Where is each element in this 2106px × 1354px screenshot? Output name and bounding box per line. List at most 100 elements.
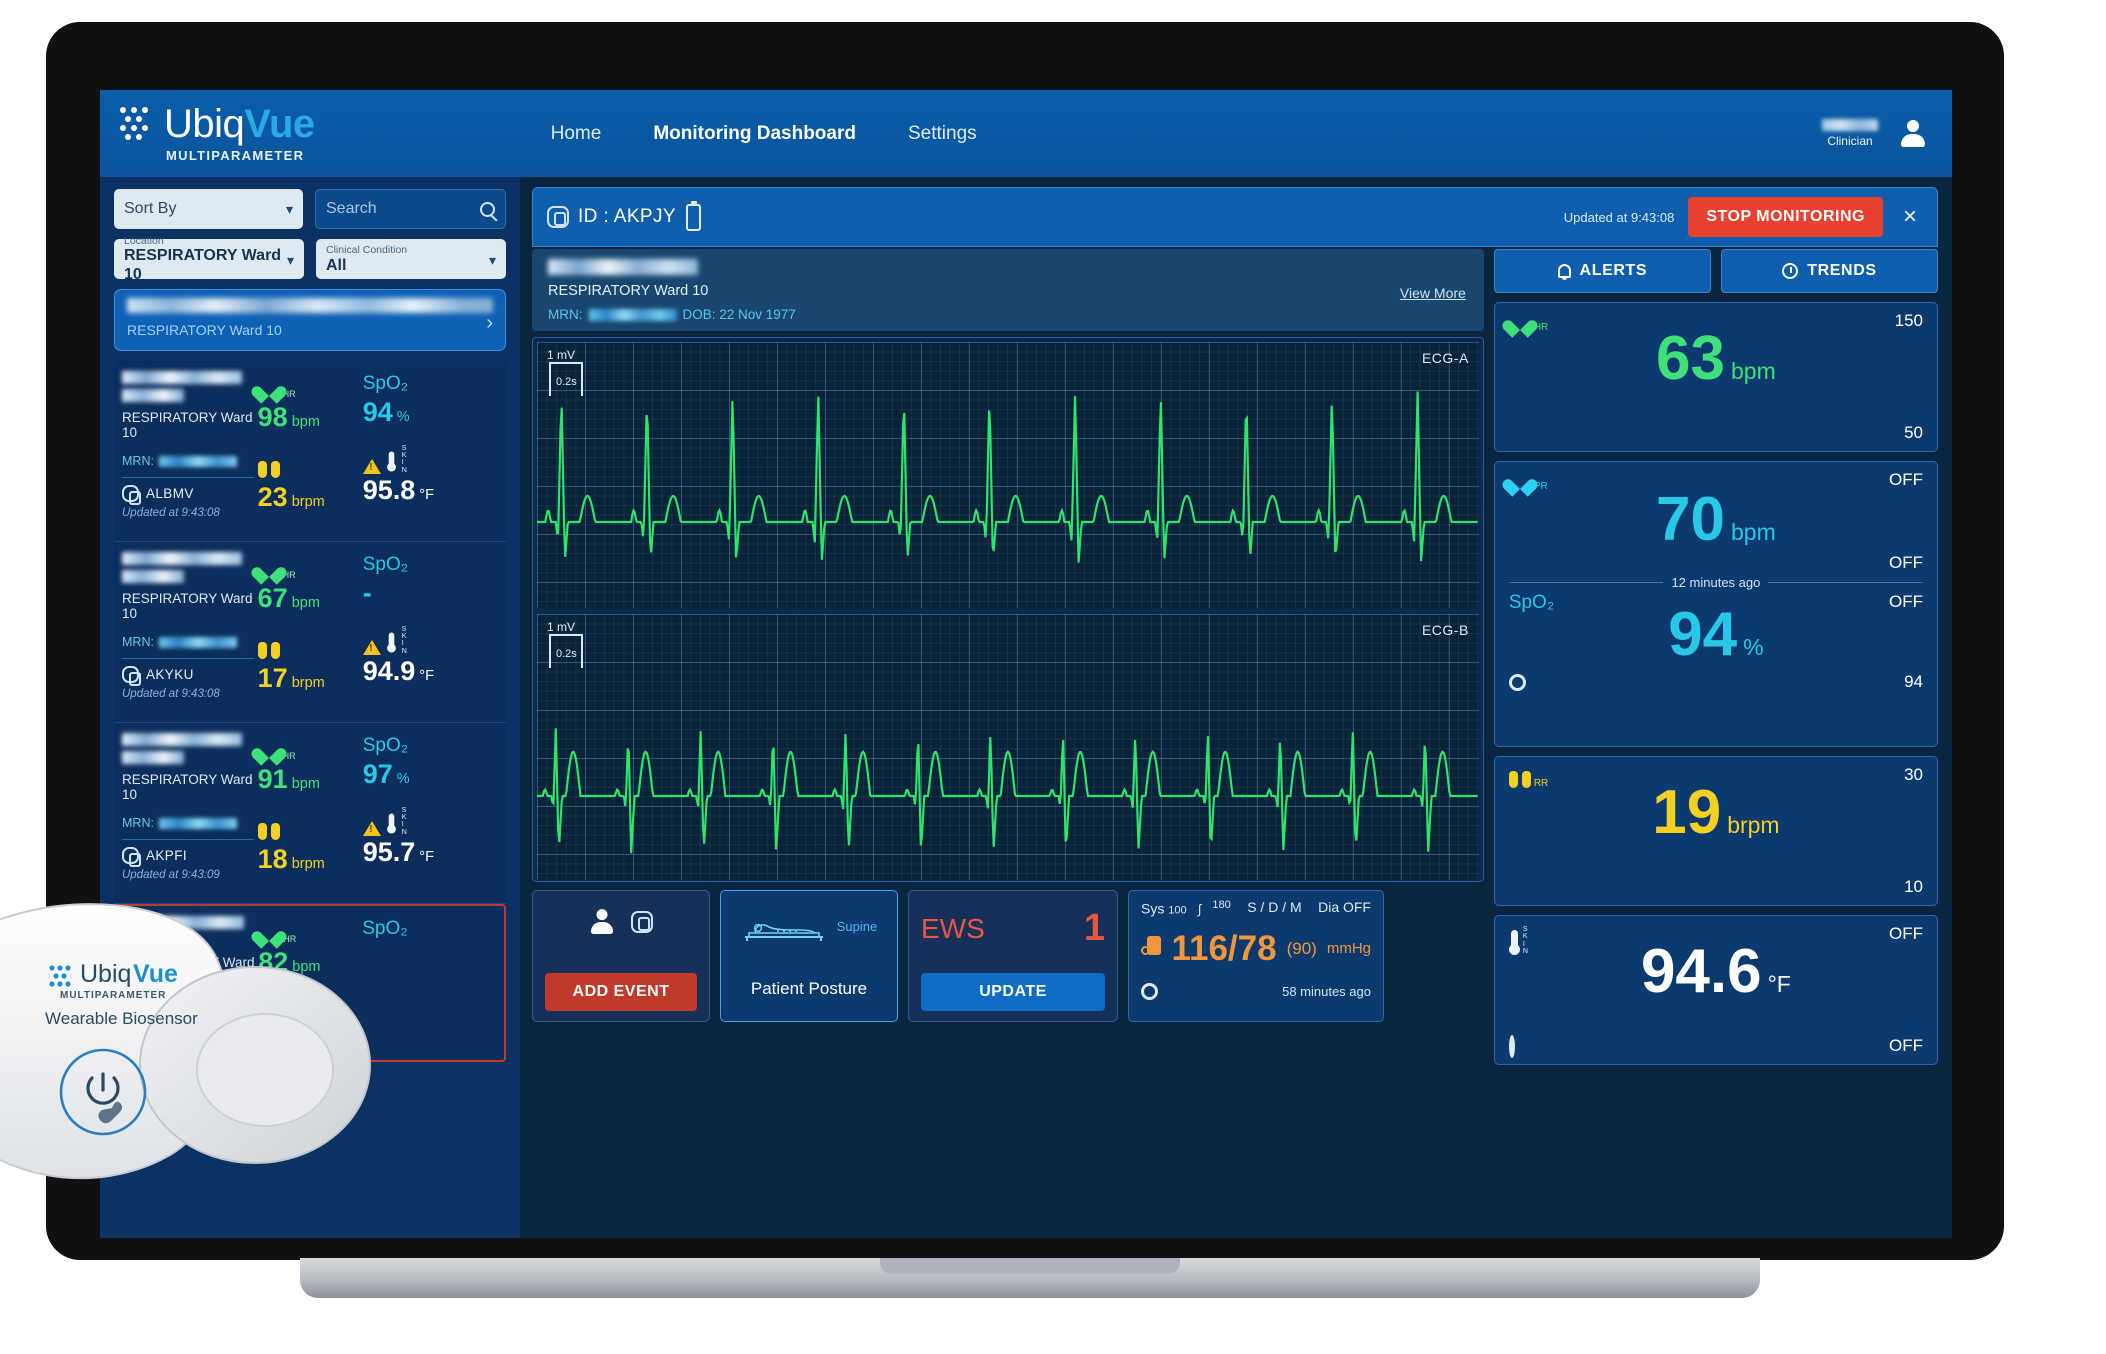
gear-icon[interactable] — [1141, 982, 1158, 1000]
app-screen: UbiqVue MULTIPARAMETER Home Monitoring D… — [100, 90, 1952, 1238]
bp-sys-high: 180 — [1212, 899, 1231, 911]
lungs-icon — [257, 457, 280, 479]
ecg-waveform-container: 1 mV 0.2s ECG-A 1 mV 0.2s ECG-B — [532, 337, 1484, 882]
patient-list[interactable]: RESPIRATORY Ward 10 MRN: ALBMV Updated at 9… — [114, 361, 506, 1238]
ecg-pane-a: 1 mV 0.2s ECG-A — [537, 342, 1479, 608]
user-name-redacted — [1822, 119, 1878, 131]
close-icon[interactable]: × — [1897, 203, 1923, 231]
heart-icon — [1509, 472, 1531, 492]
patient-name-redacted — [122, 552, 242, 565]
lungs-icon — [257, 819, 280, 841]
heart-icon — [1509, 313, 1531, 333]
mrn-redacted — [158, 455, 237, 467]
hr-unit: bpm — [291, 776, 320, 792]
hr-icon-group: HR — [1509, 313, 1548, 333]
patient-list-item[interactable]: RESPIRATORY Ward 10 MRN: ALBMV Updated at 9… — [114, 361, 506, 542]
spo2-unit: % — [396, 409, 410, 425]
heart-icon — [258, 379, 280, 399]
hr-value: 63 — [1656, 324, 1726, 393]
stop-monitoring-button[interactable]: STOP MONITORING — [1688, 197, 1883, 237]
patient-posture-card[interactable]: Supine Patient Posture — [720, 890, 898, 1022]
patient-mrn: MRN: — [124, 999, 258, 1013]
filter-row-top: Sort By ▾ Search — [114, 189, 506, 229]
temp-tag: SKIN — [401, 806, 407, 836]
trends-button-label: TRENDS — [1807, 262, 1877, 279]
pr-value: 70 — [1656, 485, 1726, 554]
user-avatar-icon[interactable] — [1900, 119, 1926, 149]
sensor-icon — [124, 1030, 143, 1050]
vital-card-rr[interactable]: RR 30 10 19 brpm — [1493, 756, 1938, 906]
ward-group-card[interactable]: RESPIRATORY Ward 10 › — [114, 289, 506, 351]
temp-unit: °F — [419, 487, 434, 503]
patient-sensor-id: AKYKU — [146, 667, 194, 682]
gear-icon[interactable] — [1508, 673, 1526, 691]
patient-vitals-left: HR 82 bpm — [258, 916, 362, 1052]
patient-vitals-right: SpO₂ 94% SKIN95.8°F — [362, 371, 506, 533]
trends-button[interactable]: TRENDS — [1720, 249, 1938, 293]
hr-unit: bpm — [292, 959, 321, 975]
patient-list-item[interactable]: RESPIRATORY Ward 10 MRN: HR 82 bpm SpO₂ — [114, 904, 506, 1062]
posture-value: Supine — [836, 918, 878, 934]
nav-link-monitoring-dashboard[interactable]: Monitoring Dashboard — [653, 123, 856, 145]
add-event-button[interactable]: ADD EVENT — [545, 973, 697, 1011]
patient-name2-redacted — [122, 751, 184, 764]
spo2-label: SpO₂ — [362, 554, 409, 575]
spo2-unit: % — [1743, 634, 1764, 660]
patient-mrn: MRN: — [122, 816, 258, 830]
nav-links: Home Monitoring Dashboard Settings — [551, 123, 977, 145]
spo2-value-group: 94% — [1509, 604, 1923, 666]
patient-mrn: MRN: — [122, 635, 258, 649]
patient-list-item[interactable]: RESPIRATORY Ward 10 MRN: AKPFI Updated at 9… — [114, 723, 506, 904]
gear-icon[interactable] — [1508, 1035, 1515, 1058]
temp-tag: SKIN — [401, 625, 407, 655]
vital-card-pr-spo2[interactable]: PR OFF 70 bpm OFF 12 minutes ago SpO₂ OF… — [1493, 461, 1938, 747]
vital-card-temperature[interactable]: SKIN OFF OFF 94.6 °F — [1493, 915, 1938, 1065]
search-input[interactable]: Search — [315, 189, 506, 229]
rr-unit: brpm — [1727, 812, 1780, 838]
top-navigation-bar: UbiqVue MULTIPARAMETER Home Monitoring D… — [100, 90, 1952, 177]
patient-list-item[interactable]: RESPIRATORY Ward 10 MRN: AKYKU Updated at 9… — [114, 542, 506, 723]
hr-value: 98 — [257, 402, 288, 432]
divider — [122, 477, 254, 478]
bp-footer-row: 58 minutes ago — [1141, 982, 1371, 1000]
vital-card-hr[interactable]: HR 150 50 63 bpm — [1493, 302, 1938, 452]
ews-card: EWS 1 UPDATE — [908, 890, 1118, 1022]
thermometer-icon — [1508, 930, 1520, 956]
sensor-icon — [547, 206, 569, 228]
blood-pressure-card: Sys 100 ∫ 180 S / D / M Dia OFF 116/78 (… — [1128, 890, 1384, 1022]
divider — [122, 839, 254, 840]
pr-low-limit: OFF — [1889, 553, 1923, 572]
monitoring-main-panel: ID : AKPJY Updated at 9:43:08 STOP MONIT… — [520, 177, 1952, 1238]
search-placeholder: Search — [326, 200, 377, 217]
patient-name2-redacted — [122, 570, 184, 583]
spo2-value: 94 — [362, 397, 393, 427]
alerts-button[interactable]: ALERTS — [1493, 249, 1711, 293]
thermometer-icon — [386, 632, 396, 653]
spo2-footer: 94 — [1508, 672, 1923, 692]
spo2-timestamp-separator: 12 minutes ago — [1508, 575, 1923, 590]
hr-unit: bpm — [291, 595, 320, 611]
location-select[interactable]: Location RESPIRATORY Ward 10 ▾ — [114, 235, 304, 283]
nav-link-settings[interactable]: Settings — [908, 123, 977, 145]
patient-identity: RESPIRATORY Ward 10 MRN: AKYKU Updated at 9… — [114, 552, 258, 714]
rr-value: 18 — [257, 844, 288, 874]
ews-update-button[interactable]: UPDATE — [921, 973, 1105, 1011]
mrn-redacted — [160, 1000, 239, 1012]
add-event-card: ADD EVENT — [532, 890, 710, 1022]
monitor-patient-id: ID : AKPJY — [578, 206, 676, 227]
view-more-link[interactable]: View More — [1400, 285, 1466, 301]
patient-rr: 23 brpm — [257, 453, 363, 512]
divider — [124, 1022, 255, 1023]
sensor-icon — [122, 485, 141, 505]
heart-icon — [258, 741, 280, 761]
clinical-condition-select[interactable]: Clinical Condition All ▾ — [316, 239, 506, 279]
temp-value: 94.9 — [362, 656, 416, 686]
temp-icon-group: SKIN — [1508, 926, 1528, 956]
rr-value: 23 — [257, 482, 288, 512]
patient-updated: Updated at 9:43:08 — [122, 688, 220, 700]
screenshot-root: UbiqVue MULTIPARAMETER Home Monitoring D… — [0, 0, 2106, 1354]
sort-by-select[interactable]: Sort By ▾ — [114, 189, 303, 229]
rr-value: 19 — [1652, 778, 1722, 847]
nav-link-home[interactable]: Home — [551, 123, 602, 145]
patient-hr: HR 98 bpm — [258, 373, 363, 431]
